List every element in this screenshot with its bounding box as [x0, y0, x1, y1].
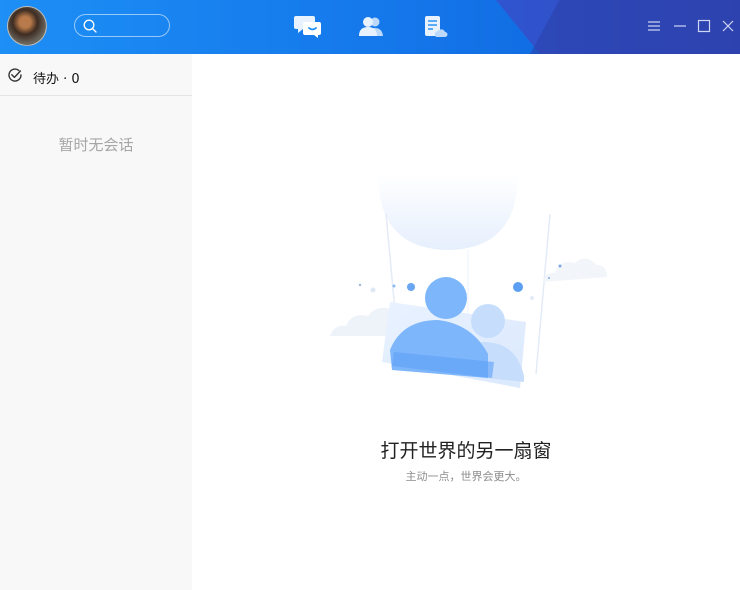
document-icon	[425, 16, 448, 37]
maximize-icon	[697, 19, 711, 33]
chat-bubble-icon	[294, 16, 321, 38]
todo-row[interactable]: 待办 · 0	[0, 54, 192, 96]
empty-state-title: 打开世界的另一扇窗	[380, 440, 552, 462]
minimize-icon	[674, 25, 686, 27]
check-circle-icon	[8, 68, 22, 82]
hot-air-balloon-illustration	[330, 174, 607, 388]
tab-docs[interactable]	[420, 14, 450, 40]
conversation-sidebar: 待办 · 0 暂时无会话	[0, 54, 192, 590]
tab-contacts[interactable]	[356, 14, 386, 40]
minimize-button[interactable]	[673, 18, 687, 32]
todo-label: 待办 · 0	[33, 72, 80, 87]
search-input[interactable]	[74, 14, 170, 37]
avatar[interactable]	[7, 6, 47, 46]
close-icon	[722, 20, 734, 32]
title-bar	[0, 0, 740, 54]
empty-state-subtitle: 主动一点，世界会更大。	[405, 470, 527, 483]
empty-conversations-text: 暂时无会话	[58, 136, 134, 154]
menu-icon	[648, 21, 660, 31]
search-icon	[83, 19, 97, 33]
contacts-icon	[359, 17, 383, 36]
tab-messages[interactable]	[293, 14, 323, 40]
main-panel: 打开世界的另一扇窗 主动一点，世界会更大。	[192, 54, 740, 590]
close-button[interactable]	[721, 18, 735, 32]
menu-button[interactable]	[647, 18, 661, 32]
maximize-button[interactable]	[697, 18, 711, 33]
